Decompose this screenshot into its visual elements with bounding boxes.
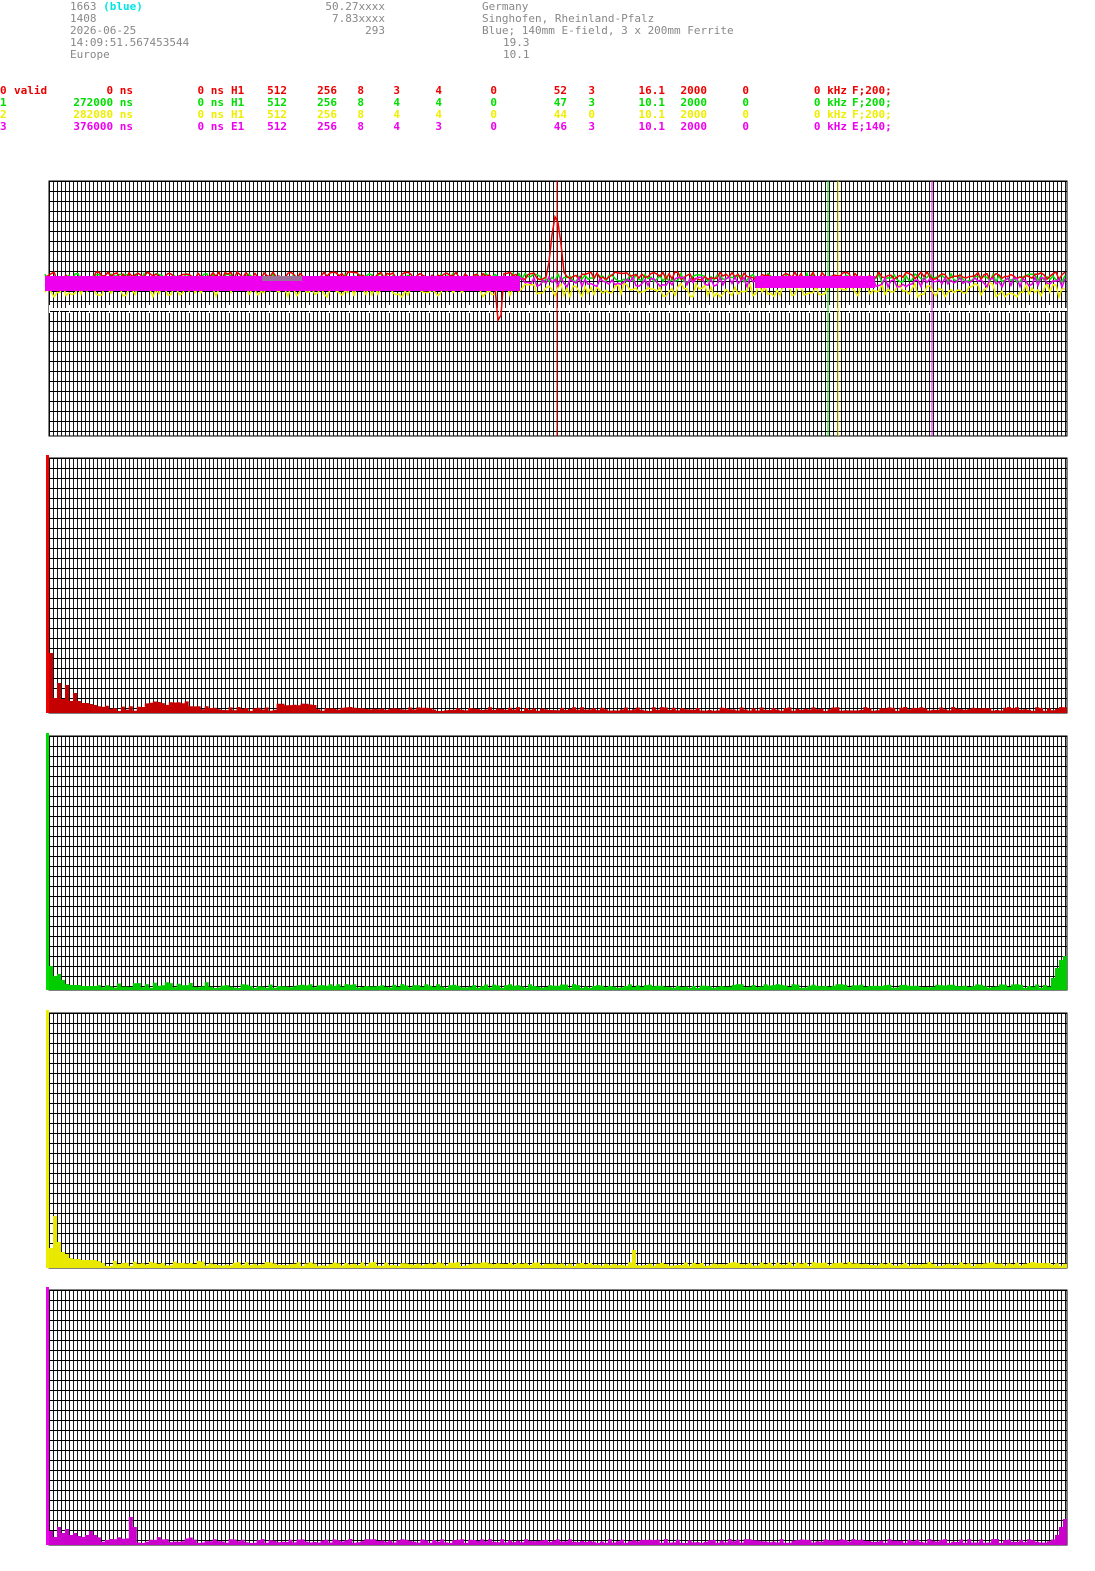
histogram-panel-ch3 (46, 1287, 1068, 1546)
plots-canvas (44, 180, 1068, 1546)
histogram-panel-ch0 (46, 455, 1068, 714)
histogram-panel-ch2 (46, 1010, 1068, 1269)
waveform-ch0 (44, 214, 1066, 323)
waveform-band-ch3b (755, 276, 875, 288)
waveform-panel (44, 180, 1068, 437)
histogram-first-bar (46, 455, 49, 713)
histogram-panel-ch1 (46, 733, 1068, 991)
histogram-first-bar (46, 1010, 49, 1268)
histogram-first-bar (46, 1287, 49, 1545)
histogram-first-bar (46, 733, 49, 990)
